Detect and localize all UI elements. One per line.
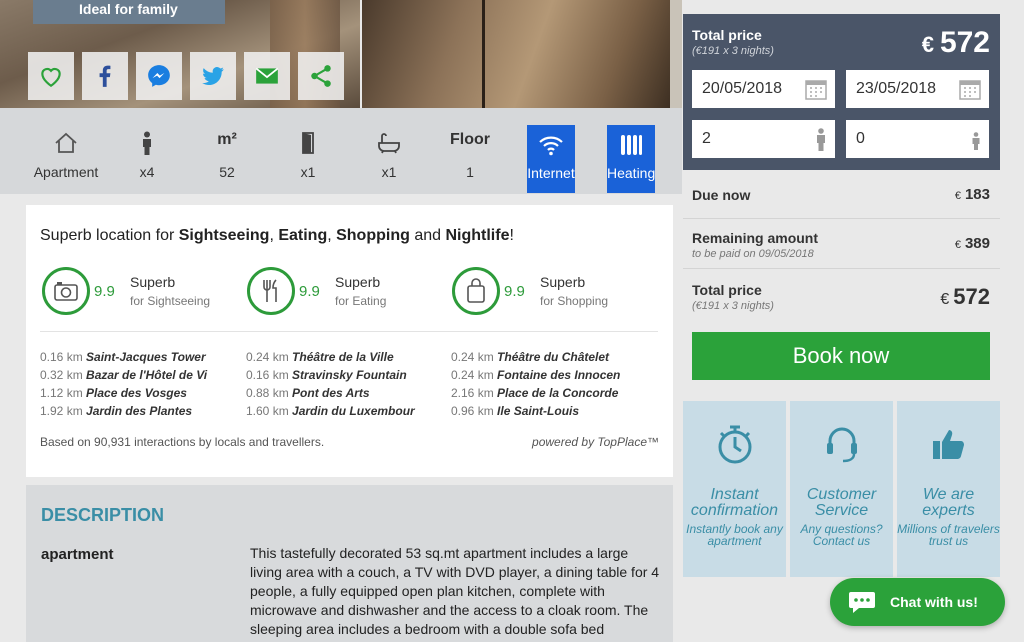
twitter-share-button[interactable]: [190, 52, 236, 100]
description-type: apartment: [41, 546, 114, 563]
headset-icon: [826, 427, 857, 463]
calendar-icon: [805, 80, 827, 100]
chat-bubble-icon: [849, 592, 875, 613]
bag-icon: [467, 278, 485, 303]
adult-icon: [817, 128, 825, 151]
powered-by[interactable]: powered by TopPlace™: [532, 435, 659, 449]
total-price-label: Total price: [692, 27, 762, 43]
places-column: 0.24 km Théâtre du Châtelet 0.24 km Font…: [451, 348, 656, 420]
location-footnote: Based on 90,931 interactions by locals a…: [40, 435, 325, 449]
places-column: 0.24 km Théâtre de la Ville 0.16 km Stra…: [246, 348, 416, 420]
description-section: DESCRIPTION apartment This tastefully de…: [26, 485, 673, 642]
person-icon: [143, 131, 151, 155]
thumbs-up-icon: [932, 430, 964, 459]
due-now-row: Due now €183: [683, 170, 1000, 219]
camera-icon: [54, 282, 78, 301]
perk-instant-confirmation: Instant confirmation Instantly book any …: [683, 401, 786, 577]
feature-bathrooms: x1: [349, 130, 429, 180]
place-item[interactable]: 0.16 km Stravinsky Fountain: [246, 366, 416, 384]
perk-experts: We are experts Millions of travelers tru…: [897, 401, 1000, 577]
perk-customer-service: Customer Service Any questions? Contact …: [790, 401, 893, 577]
place-item[interactable]: 0.24 km Théâtre du Châtelet: [451, 348, 656, 366]
place-item[interactable]: 0.32 km Bazar de l'Hôtel de Vi: [40, 366, 210, 384]
place-item[interactable]: 1.92 km Jardin des Plantes: [40, 402, 210, 420]
description-text: This tastefully decorated 53 sq.mt apart…: [250, 545, 660, 637]
place-item[interactable]: 0.24 km Théâtre de la Ville: [246, 348, 416, 366]
remaining-amount-row: Remaining amount to be paid on 09/05/201…: [683, 219, 1000, 269]
place-item[interactable]: 1.12 km Place des Vosges: [40, 384, 210, 402]
price-breakdown: (€191 x 3 nights): [692, 45, 774, 57]
score-sightseeing: 9.9 Superb for Sightseeing: [42, 267, 210, 315]
ideal-for-family-badge: Ideal for family: [33, 0, 225, 24]
booking-panel: Total price (€191 x 3 nights) €572 20/05…: [683, 14, 1000, 170]
place-item[interactable]: 0.96 km Ile Saint-Louis: [451, 402, 656, 420]
place-item[interactable]: 0.16 km Saint-Jacques Tower: [40, 348, 210, 366]
email-share-button[interactable]: [244, 52, 290, 100]
place-item[interactable]: 2.16 km Place de la Concorde: [451, 384, 656, 402]
feature-rooms: x1: [268, 130, 348, 180]
bathtub-icon: [378, 133, 400, 154]
adults-field[interactable]: 2: [692, 120, 835, 158]
description-title: DESCRIPTION: [41, 505, 165, 525]
feature-type: Apartment: [26, 130, 106, 180]
facebook-icon: [99, 65, 111, 87]
feature-area: m² 52: [217, 131, 237, 180]
facebook-share-button[interactable]: [82, 52, 128, 100]
gallery-photo[interactable]: [670, 0, 682, 108]
stopwatch-icon: [718, 425, 751, 464]
location-headline: Superb location for Sightseeing, Eating,…: [40, 227, 514, 244]
score-shopping: 9.9 Superb for Shopping: [452, 267, 608, 315]
share-buttons: [28, 52, 344, 100]
features-bar: Apartment x4 m² 52 x1 x1 Floor 1 Interne…: [0, 108, 682, 194]
children-field[interactable]: 0: [846, 120, 989, 158]
share-button[interactable]: [298, 52, 344, 100]
email-icon: [255, 67, 279, 84]
feature-floor: Floor 1: [450, 131, 490, 180]
checkout-date-field[interactable]: 23/05/2018: [846, 70, 989, 108]
cutlery-icon: [263, 279, 277, 302]
favorite-button[interactable]: [28, 52, 74, 100]
divider: [40, 331, 658, 332]
share-icon: [311, 65, 331, 87]
place-item[interactable]: 0.88 km Pont des Arts: [246, 384, 416, 402]
heart-icon: [41, 67, 61, 88]
perks: Instant confirmation Instantly book any …: [683, 401, 1000, 577]
messenger-share-button[interactable]: [136, 52, 182, 100]
calendar-icon: [959, 80, 981, 100]
place-item[interactable]: 0.24 km Fontaine des Innocen: [451, 366, 656, 384]
door-icon: [302, 132, 314, 154]
checkin-date-field[interactable]: 20/05/2018: [692, 70, 835, 108]
score-eating: 9.9 Superb for Eating: [247, 267, 386, 315]
feature-guests: x4: [107, 130, 187, 180]
house-icon: [55, 132, 77, 153]
feature-internet: Internet: [527, 125, 575, 193]
chat-button[interactable]: Chat with us!: [830, 578, 1005, 626]
radiator-icon: [621, 135, 642, 155]
places-column: 0.16 km Saint-Jacques Tower 0.32 km Baza…: [40, 348, 210, 420]
child-icon: [972, 132, 980, 150]
twitter-icon: [202, 67, 224, 85]
place-item[interactable]: 1.60 km Jardin du Luxembour: [246, 402, 416, 420]
total-price-value: €572: [921, 26, 990, 59]
messenger-icon: [148, 65, 170, 87]
location-card: Superb location for Sightseeing, Eating,…: [26, 205, 673, 477]
wifi-icon: [539, 136, 563, 156]
gallery-photo[interactable]: [362, 0, 670, 108]
book-now-button[interactable]: Book now: [692, 332, 990, 380]
feature-heating: Heating: [607, 125, 655, 193]
